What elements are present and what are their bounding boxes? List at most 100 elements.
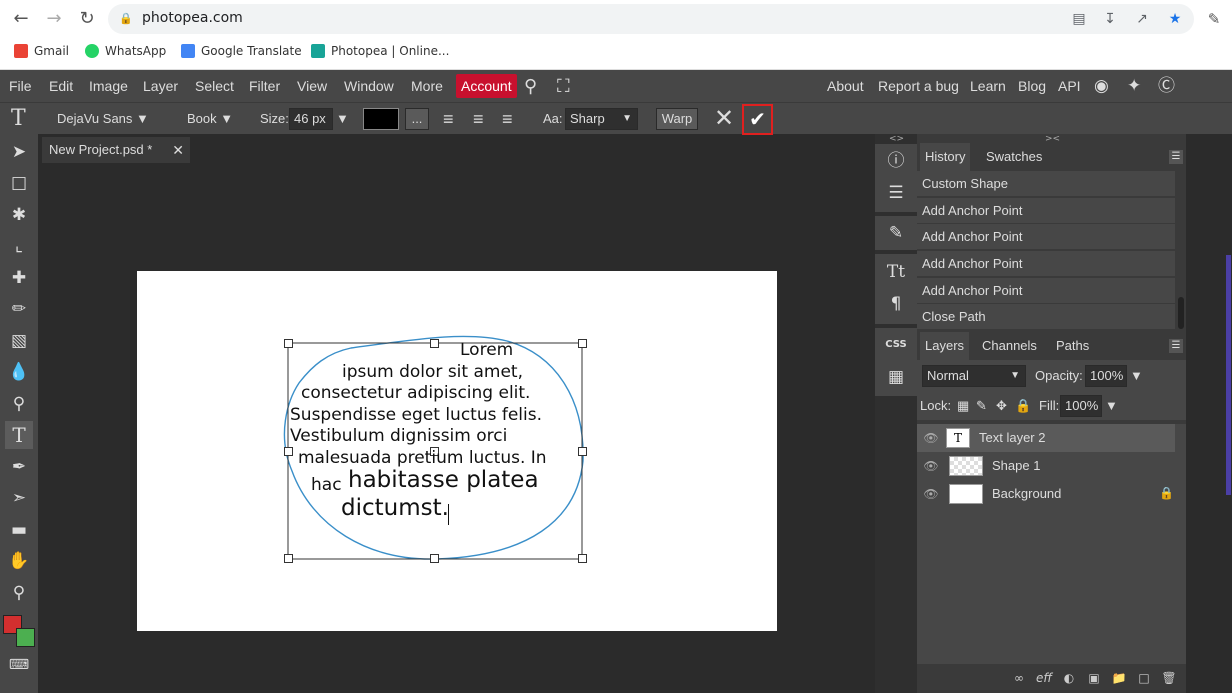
fill-dropdown-icon[interactable]: ▼ (1105, 391, 1118, 421)
forward-icon[interactable]: → (43, 8, 65, 30)
menu-window[interactable]: Window (344, 70, 394, 102)
menu-edit[interactable]: Edit (49, 70, 73, 102)
lock-transparency-icon[interactable]: ▦ (957, 391, 969, 421)
visibility-eye-icon[interactable]: 👁 (923, 459, 939, 473)
keyboard-icon[interactable]: ⌨ (5, 651, 33, 679)
menu-layer[interactable]: Layer (143, 70, 178, 102)
antialias-select[interactable]: Sharp ▼ (565, 108, 638, 130)
image-icon[interactable]: ▦ (883, 364, 909, 390)
panel-menu-icon[interactable]: ☰ (1169, 339, 1183, 353)
layer-mask-icon[interactable]: ▣ (1085, 670, 1103, 686)
menu-image[interactable]: Image (89, 70, 128, 102)
background-color-swatch[interactable] (16, 628, 35, 647)
bookmark-star-icon[interactable]: ★ (1167, 11, 1183, 27)
document-tab[interactable]: New Project.psd * ✕ (42, 137, 190, 163)
font-weight-select[interactable]: Book ▼ (187, 103, 233, 135)
layer-row[interactable]: 👁 Shape 1 (917, 452, 1175, 480)
move-tool-icon[interactable]: ➤ (5, 138, 33, 166)
back-icon[interactable]: ← (10, 8, 32, 30)
new-layer-icon[interactable]: □ (1135, 670, 1153, 686)
text-layer-content[interactable]: Lorem ipsum dolor sit amet, consectetur … (137, 271, 777, 631)
history-item[interactable]: Add Anchor Point (917, 224, 1175, 250)
paragraph-icon[interactable]: ¶ (883, 291, 909, 317)
reload-icon[interactable]: ↻ (76, 8, 98, 30)
share-icon[interactable]: ↗ (1134, 11, 1150, 27)
healing-brush-icon[interactable]: ✚ (5, 264, 33, 292)
menu-select[interactable]: Select (195, 70, 234, 102)
opacity-dropdown-icon[interactable]: ▼ (1130, 360, 1143, 392)
history-item[interactable]: Add Anchor Point (917, 198, 1175, 224)
document-canvas[interactable]: Lorem ipsum dolor sit amet, consectetur … (137, 271, 777, 631)
rectangle-tool-icon[interactable]: ▬ (5, 516, 33, 544)
link-api[interactable]: API (1058, 70, 1081, 102)
bookmark-photopea[interactable]: Photopea | Online... (311, 42, 449, 60)
layer-effects-icon[interactable]: eff (1035, 670, 1053, 686)
font-size-input[interactable]: 46 px (289, 108, 333, 130)
blur-tool-icon[interactable]: 💧 (5, 358, 33, 386)
blend-mode-select[interactable]: Normal ▼ (922, 365, 1026, 387)
lock-all-icon[interactable]: 🔒 (1015, 391, 1031, 421)
adjustment-layer-icon[interactable]: ◐ (1060, 670, 1078, 686)
history-item[interactable]: Add Anchor Point (917, 251, 1175, 277)
path-select-icon[interactable]: ➣ (5, 484, 33, 512)
magic-wand-icon[interactable]: ✱ (5, 201, 33, 229)
history-item[interactable]: Close Path (917, 304, 1175, 330)
cancel-icon[interactable]: ✕ (714, 103, 734, 135)
lock-pixels-icon[interactable]: ✎ (976, 391, 987, 421)
dodge-tool-icon[interactable]: ⚲ (5, 390, 33, 418)
new-group-icon[interactable]: 📁 (1110, 670, 1128, 686)
eyedropper-icon[interactable]: ✎ (1203, 8, 1225, 30)
visibility-eye-icon[interactable]: 👁 (923, 431, 939, 445)
panel-menu-icon[interactable]: ☰ (1169, 150, 1183, 164)
link-blog[interactable]: Blog (1018, 70, 1046, 102)
visibility-eye-icon[interactable]: 👁 (923, 487, 939, 501)
text-color-swatch[interactable] (363, 108, 399, 130)
search-icon[interactable]: ⚲ (524, 70, 537, 102)
align-center-icon[interactable]: ≡ (473, 103, 484, 135)
tab-channels[interactable]: Channels (977, 332, 1042, 360)
gradient-tool-icon[interactable]: ▧ (5, 327, 33, 355)
layer-row[interactable]: 👁 T Text layer 2 (917, 424, 1175, 452)
menu-view[interactable]: View (297, 70, 327, 102)
commit-checkmark-icon[interactable]: ✔ (742, 104, 773, 135)
history-scrollbar[interactable] (1178, 297, 1184, 329)
more-options-button[interactable]: ... (405, 108, 429, 130)
tab-swatches[interactable]: Swatches (981, 143, 1047, 171)
reddit-icon[interactable]: ◉ (1094, 70, 1109, 102)
lock-position-icon[interactable]: ✥ (996, 391, 1007, 421)
type-tool-icon[interactable]: T (5, 421, 33, 449)
facebook-icon[interactable]: Ⓒ (1158, 70, 1175, 102)
page-action-icon[interactable]: ▤ (1071, 11, 1087, 27)
info-icon[interactable]: ⓘ (883, 148, 909, 174)
brush-tool-icon[interactable]: ✏ (5, 295, 33, 323)
opacity-input[interactable]: 100% (1085, 365, 1127, 387)
link-learn[interactable]: Learn (970, 70, 1006, 102)
crop-tool-icon[interactable]: ⌞ (5, 232, 33, 260)
twitter-icon[interactable]: ✦ (1127, 70, 1141, 102)
menu-account[interactable]: Account (456, 74, 517, 98)
font-size-dropdown[interactable]: ▼ (336, 103, 349, 135)
collapse-arrows-icon[interactable]: <> (889, 134, 904, 144)
install-icon[interactable]: ↧ (1102, 11, 1118, 27)
character-icon[interactable]: Tt (883, 259, 909, 285)
link-layers-icon[interactable]: ∞ (1010, 670, 1028, 686)
menu-more[interactable]: More (411, 70, 443, 102)
zoom-tool-icon[interactable]: ⚲ (5, 579, 33, 607)
close-tab-icon[interactable]: ✕ (172, 137, 184, 163)
menu-filter[interactable]: Filter (249, 70, 280, 102)
bookmark-gmail[interactable]: Gmail (14, 42, 69, 60)
align-left-icon[interactable]: ≡ (443, 103, 454, 135)
marquee-tool-icon[interactable]: □ (5, 169, 33, 197)
history-item[interactable]: Custom Shape (917, 171, 1175, 197)
bookmark-google-translate[interactable]: Google Translate (181, 42, 302, 60)
pen-tool-icon[interactable]: ✒ (5, 453, 33, 481)
adjustments-icon[interactable]: ☰ (883, 180, 909, 206)
warp-button[interactable]: Warp (656, 108, 698, 130)
link-about[interactable]: About (827, 70, 864, 102)
address-bar[interactable]: 🔒 photopea.com ▤ ↧ ↗ ★ (108, 4, 1194, 34)
css-icon[interactable]: CSS (883, 332, 909, 358)
history-item[interactable]: Add Anchor Point (917, 278, 1175, 304)
tab-history[interactable]: History (920, 143, 971, 171)
fill-input[interactable]: 100% (1060, 395, 1102, 417)
layer-row[interactable]: 👁 Background 🔒 (917, 480, 1175, 508)
